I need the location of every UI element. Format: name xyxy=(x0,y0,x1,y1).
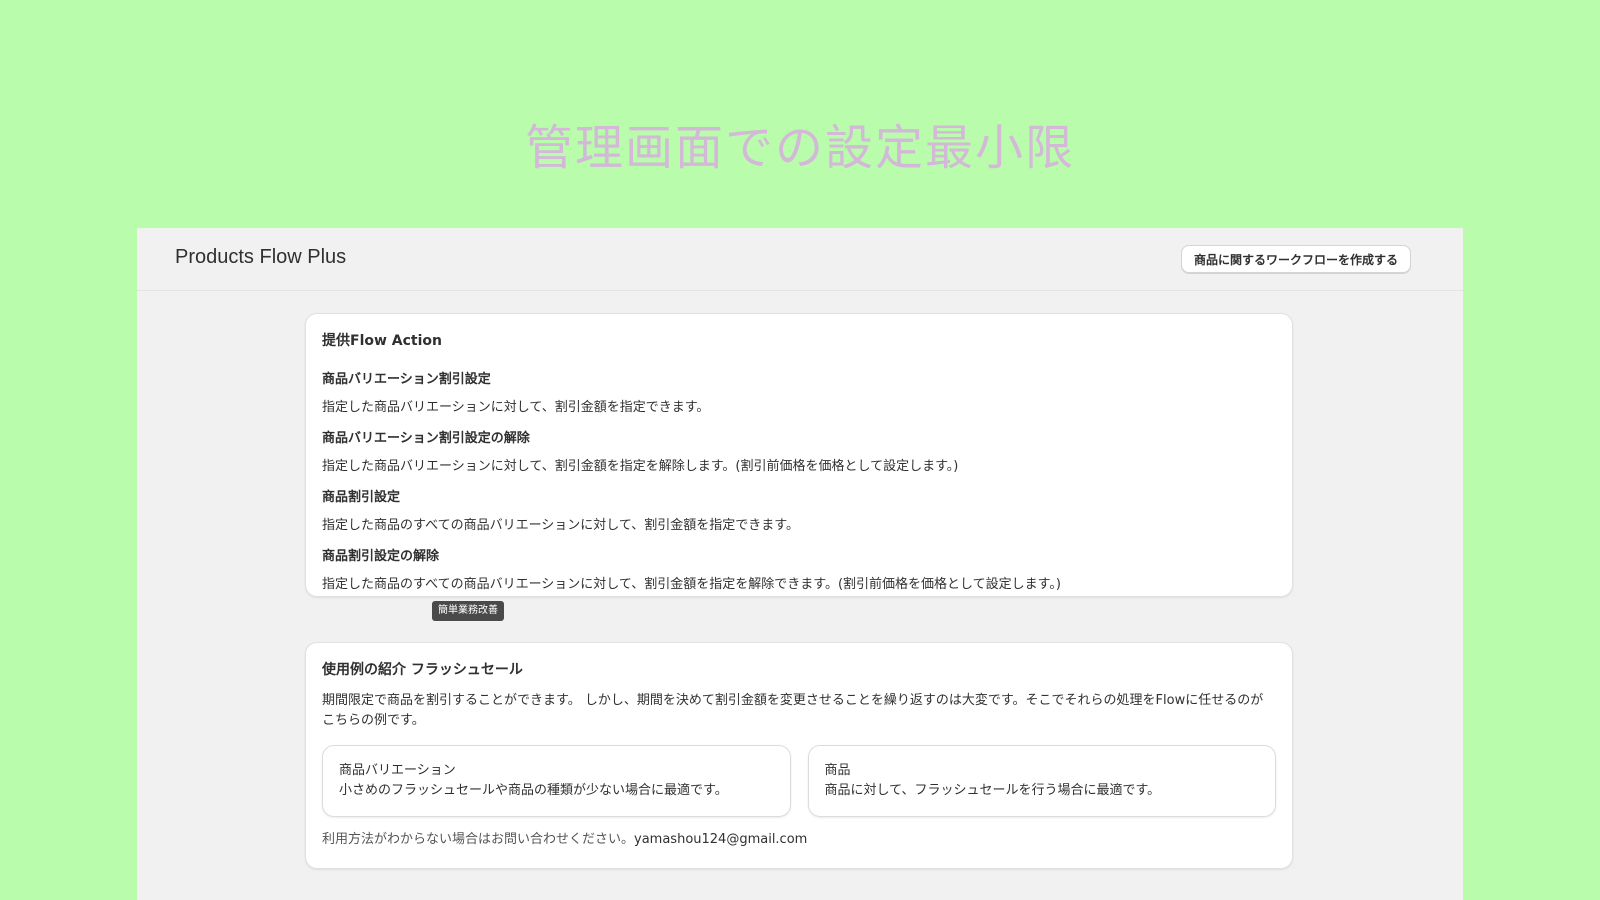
option-description: 商品に対して、フラッシュセールを行う場合に最適です。 xyxy=(824,783,1161,798)
action-description: 指定した商品バリエーションに対して、割引金額を指定を解除します。(割引前価格を価… xyxy=(322,459,959,474)
action-description: 指定した商品のすべての商品バリエーションに対して、割引金額を指定を解除できます。… xyxy=(322,577,1061,592)
option-product-variation[interactable]: 商品バリエーション 小さめのフラッシュセールや商品の種類が少ない場合に最適です。 xyxy=(322,745,791,817)
contact-email: yamashou124@gmail.com xyxy=(634,832,808,847)
usecase-intro: 期間限定で商品を割引することができます。 しかし、期間を決めて割引金額を変更させ… xyxy=(322,693,1264,728)
usecase-card: 使用例の紹介 フラッシュセール 期間限定で商品を割引することができます。 しかし… xyxy=(305,642,1293,869)
card-title: 使用例の紹介 フラッシュセール xyxy=(322,662,523,678)
action-description: 指定した商品バリエーションに対して、割引金額を指定できます。 xyxy=(322,400,710,415)
hero-title: 管理画面での設定最小限 xyxy=(524,120,1075,176)
flow-actions-card: 提供Flow Action 商品バリエーション割引設定 指定した商品バリエーショ… xyxy=(305,313,1293,597)
contact-line: 利用方法がわからない場合はお問い合わせください。yamashou124@gmai… xyxy=(322,830,1276,850)
usecase-options: 商品バリエーション 小さめのフラッシュセールや商品の種類が少ない場合に最適です。… xyxy=(322,745,1276,817)
option-title: 商品バリエーション xyxy=(339,763,456,778)
app-header: Products Flow Plus 商品に関するワークフローを作成する xyxy=(137,228,1463,291)
action-title: 商品割引設定の解除 xyxy=(322,549,440,564)
option-title: 商品 xyxy=(824,763,851,778)
action-title: 商品割引設定 xyxy=(322,490,401,505)
action-title: 商品バリエーション割引設定の解除 xyxy=(322,431,530,446)
app-window: Products Flow Plus 商品に関するワークフローを作成する 提供F… xyxy=(137,228,1463,900)
app-title: Products Flow Plus xyxy=(175,246,347,268)
option-product[interactable]: 商品 商品に対して、フラッシュセールを行う場合に最適です。 xyxy=(807,745,1276,817)
contact-text: 利用方法がわからない場合はお問い合わせください。 xyxy=(322,832,635,847)
option-description: 小さめのフラッシュセールや商品の種類が少ない場合に最適です。 xyxy=(339,783,728,798)
card-title: 提供Flow Action xyxy=(322,333,442,349)
create-workflow-button[interactable]: 商品に関するワークフローを作成する xyxy=(1180,245,1411,273)
tooltip-badge: 簡単業務改善 xyxy=(432,601,504,621)
action-title: 商品バリエーション割引設定 xyxy=(322,372,491,387)
action-description: 指定した商品のすべての商品バリエーションに対して、割引金額を指定できます。 xyxy=(322,518,799,533)
